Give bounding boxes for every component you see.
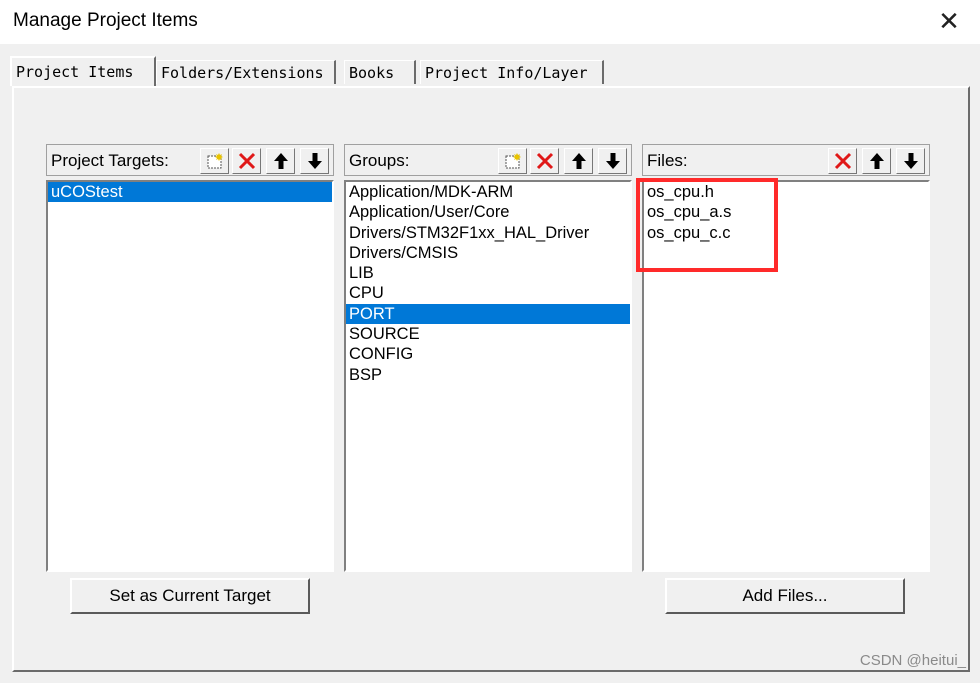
list-item-group[interactable]: CONFIG (346, 344, 630, 364)
list-item-group[interactable]: PORT (346, 303, 630, 325)
arrow-up-icon (869, 153, 884, 169)
list-item-group[interactable]: SOURCE (346, 324, 630, 344)
move-file-up-button[interactable] (862, 148, 891, 174)
window-title: Manage Project Items (13, 10, 198, 31)
new-group-button[interactable] (498, 148, 527, 174)
watermark: CSDN @heitui_ (859, 652, 966, 669)
move-target-down-button[interactable] (300, 148, 329, 174)
targets-label: Project Targets: (51, 151, 169, 170)
targets-list[interactable]: uCOStest (46, 180, 334, 572)
groups-label: Groups: (349, 151, 410, 170)
list-item-group[interactable]: CPU (346, 283, 630, 303)
files-header: Files: (642, 144, 930, 176)
delete-icon (238, 152, 255, 170)
delete-file-button[interactable] (828, 148, 857, 174)
tab-project-info-layer[interactable]: Project Info/Layer (420, 60, 604, 84)
tab-project-items[interactable]: Project Items (10, 56, 156, 86)
groups-header: Groups: (344, 144, 632, 176)
tab-books[interactable]: Books (344, 60, 416, 84)
list-item-group[interactable]: Drivers/STM32F1xx_HAL_Driver (346, 223, 630, 243)
move-group-up-button[interactable] (564, 148, 593, 174)
arrow-up-icon (571, 153, 586, 169)
list-item-group[interactable]: Application/User/Core (346, 202, 630, 222)
set-current-target-button[interactable]: Set as Current Target (70, 578, 310, 614)
files-label: Files: (647, 151, 688, 170)
delete-group-button[interactable] (530, 148, 559, 174)
title-bar: Manage Project Items ✕ (0, 0, 980, 44)
delete-icon (834, 152, 851, 170)
arrow-down-icon (903, 153, 918, 169)
list-item-group[interactable]: Application/MDK-ARM (346, 182, 630, 202)
arrow-up-icon (273, 153, 288, 169)
list-item-group[interactable]: BSP (346, 365, 630, 385)
list-item-target[interactable]: uCOStest (48, 182, 332, 203)
add-files-button[interactable]: Add Files... (665, 578, 905, 614)
move-file-down-button[interactable] (896, 148, 925, 174)
move-group-down-button[interactable] (598, 148, 627, 174)
list-item-group[interactable]: LIB (346, 263, 630, 283)
new-item-icon (505, 153, 521, 169)
list-item-group[interactable]: Drivers/CMSIS (346, 243, 630, 263)
delete-target-button[interactable] (232, 148, 261, 174)
highlight-annotation-box (636, 178, 778, 272)
groups-list[interactable]: Application/MDK-ARM Application/User/Cor… (344, 180, 632, 572)
tab-folders-extensions[interactable]: Folders/Extensions (156, 60, 336, 84)
delete-icon (536, 152, 553, 170)
new-item-icon (207, 153, 223, 169)
arrow-down-icon (307, 153, 322, 169)
new-target-button[interactable] (200, 148, 229, 174)
targets-header: Project Targets: (46, 144, 334, 176)
close-icon[interactable]: ✕ (932, 4, 966, 38)
arrow-down-icon (605, 153, 620, 169)
move-target-up-button[interactable] (266, 148, 295, 174)
